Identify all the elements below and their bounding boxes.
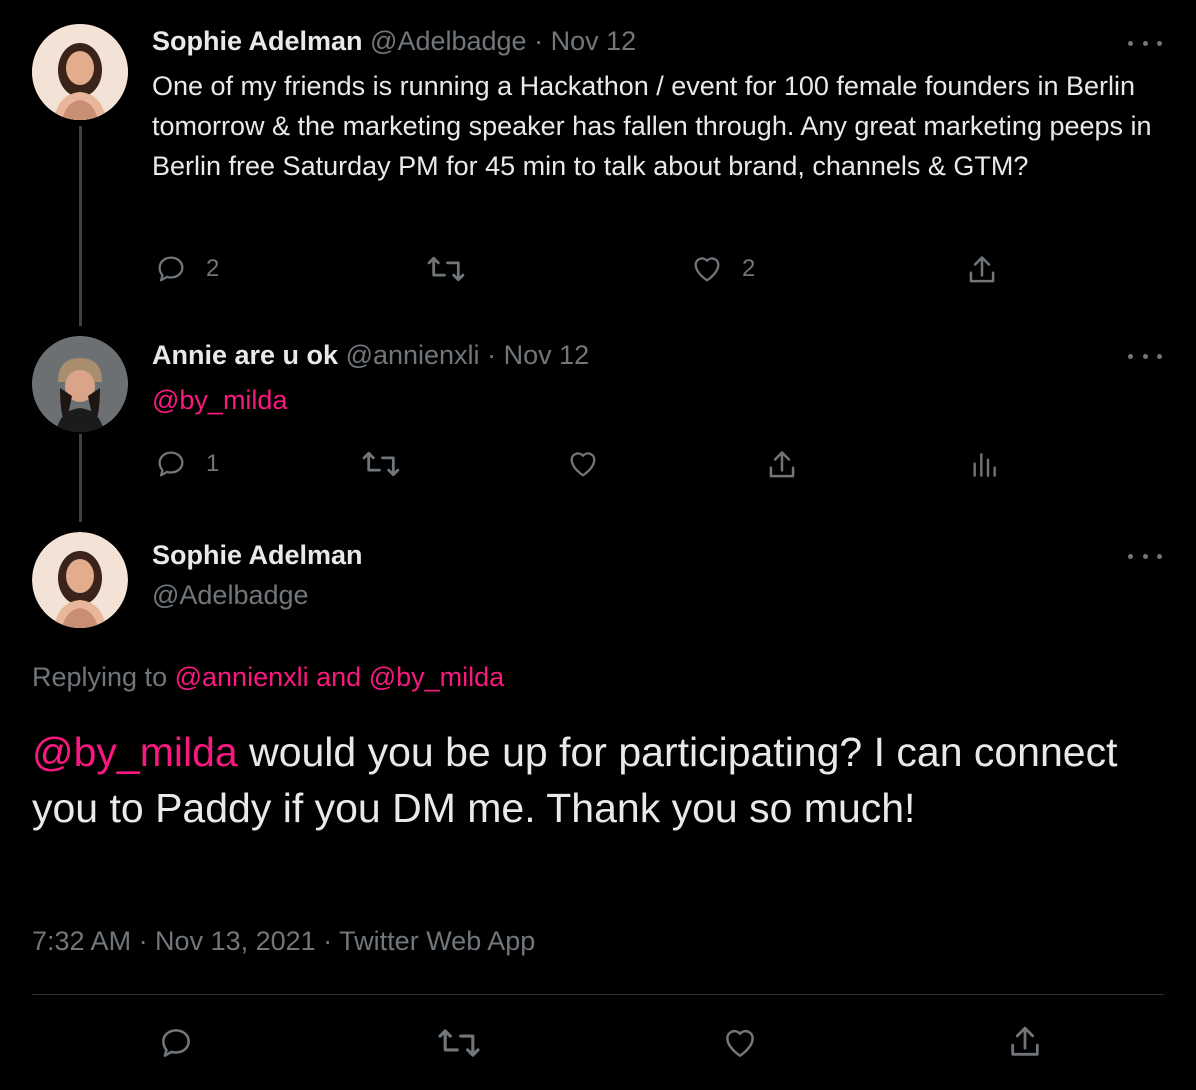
mention-link[interactable]: @annienxli [175,662,309,692]
like-icon [570,452,596,477]
retweet-icon [438,1029,480,1057]
author-handle[interactable]: @Adelbadge [152,580,309,611]
avatar[interactable] [32,532,128,628]
like-count: 2 [742,255,756,282]
share-button[interactable] [1006,1022,1044,1062]
retweet-button[interactable] [436,1024,482,1062]
like-icon [726,1029,754,1057]
retweet-button[interactable] [426,252,466,286]
reply-icon [158,256,184,282]
like-icon [694,257,720,282]
mention-link[interactable]: @by_milda [152,380,287,420]
retweet-icon [427,256,465,282]
author-name[interactable]: Annie are u ok [152,340,338,370]
replying-and: and [316,662,362,692]
mention-link[interactable]: @by_milda [32,729,238,775]
tweet-header: Sophie Adelman @Adelbadge · Nov 12 [152,26,636,57]
more-icon[interactable] [1128,352,1162,360]
retweet-icon [362,451,400,477]
reply-icon [162,1029,190,1057]
tweet-header: Annie are u ok @annienxli · Nov 12 [152,340,589,371]
share-icon [969,256,995,283]
retweet-button[interactable] [361,447,401,481]
tweet-date[interactable]: · Nov 12 [534,26,636,56]
analytics-button[interactable] [970,449,998,481]
divider [32,994,1164,995]
thread-connector [79,434,82,522]
avatar[interactable] [32,336,128,432]
avatar[interactable] [32,24,128,120]
share-button[interactable] [765,447,799,483]
reply-count: 2 [206,255,220,282]
author-name[interactable]: Sophie Adelman [152,540,363,571]
like-button[interactable]: 2 [690,252,755,286]
like-button[interactable] [721,1024,759,1062]
reply-button[interactable]: 1 [154,447,219,481]
reply-count: 1 [206,450,220,477]
author-handle[interactable]: @annienxli [346,340,480,370]
share-icon [1011,1026,1039,1056]
main-tweet-text: @by_milda would you be up for participat… [32,724,1152,836]
author-handle[interactable]: @Adelbadge [370,26,527,56]
author-name[interactable]: Sophie Adelman [152,26,363,56]
tweet-text: One of my friends is running a Hackathon… [152,71,1152,181]
replying-label: Replying to [32,662,168,692]
tweet-date[interactable]: · Nov 12 [487,340,589,370]
replying-to: Replying to @annienxli and @by_milda [32,662,504,693]
tweet-timestamp[interactable]: 7:32 AM · Nov 13, 2021 · Twitter Web App [32,926,535,957]
reply-button[interactable]: 2 [154,252,219,286]
more-icon[interactable] [1128,552,1162,560]
mention-link[interactable]: @by_milda [369,662,504,692]
reply-icon [158,451,184,477]
share-button[interactable] [965,252,999,288]
reply-button[interactable] [157,1024,195,1062]
more-icon[interactable] [1128,39,1162,47]
share-icon [769,451,795,478]
like-button[interactable] [566,447,600,481]
thread-connector [79,126,82,326]
analytics-icon [973,453,996,477]
